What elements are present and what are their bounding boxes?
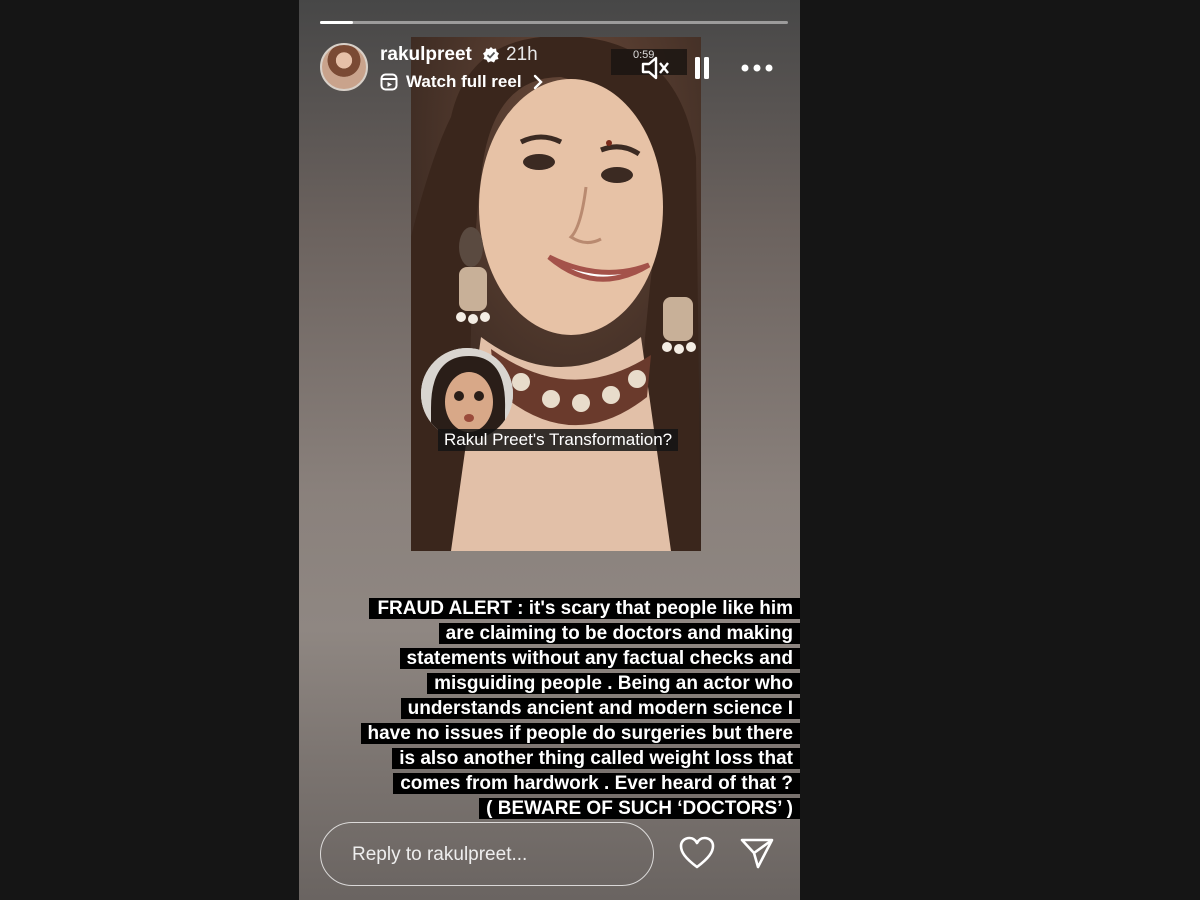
reel-icon [380,73,398,91]
story-progress-bar [320,21,788,24]
alert-line: ( BEWARE OF SUCH ‘DOCTORS’ ) [299,796,800,821]
alert-line-text: statements without any factual checks an… [399,648,800,669]
story-viewer: Rakul Preet's Transformation? rakulpreet… [299,0,800,900]
chevron-right-icon[interactable] [532,74,544,90]
alert-line-text: ( BEWARE OF SUCH ‘DOCTORS’ ) [479,798,800,819]
watch-full-reel-link[interactable]: Watch full reel [406,72,522,92]
alert-line-text: have no issues if people do surgeries bu… [360,723,800,744]
portrait-illustration [411,37,701,551]
alert-line: are claiming to be doctors and making [299,621,800,646]
creator-face-bubble [421,348,513,440]
alert-line-text: are claiming to be doctors and making [438,623,800,644]
alert-line-text: misguiding people . Being an actor who [427,673,800,694]
alert-line: is also another thing called weight loss… [299,746,800,771]
mute-icon[interactable] [639,54,671,82]
alert-line-text: is also another thing called weight loss… [392,748,800,769]
alert-line: comes from hardwork . Ever heard of that… [299,771,800,796]
username[interactable]: rakulpreet [380,44,472,66]
avatar[interactable] [320,43,368,91]
face-illustration [421,348,513,440]
more-icon[interactable] [740,63,774,73]
alert-line-text: understands ancient and modern science I [400,698,800,719]
alert-line: statements without any factual checks an… [299,646,800,671]
alert-line-text: FRAUD ALERT : it's scary that people lik… [369,598,800,619]
alert-line: FRAUD ALERT : it's scary that people lik… [299,596,800,621]
alert-line: misguiding people . Being an actor who [299,671,800,696]
reply-placeholder: Reply to rakulpreet... [352,844,528,865]
reply-input[interactable]: Reply to rakulpreet... [320,822,654,886]
send-icon[interactable] [739,836,775,870]
alert-line: have no issues if people do surgeries bu… [299,721,800,746]
reel-preview-image[interactable] [411,37,701,551]
story-text-overlay: FRAUD ALERT : it's scary that people lik… [299,596,800,821]
reel-overlay-caption: Rakul Preet's Transformation? [438,429,679,451]
pause-icon[interactable] [693,56,711,80]
alert-line: understands ancient and modern science I [299,696,800,721]
heart-icon[interactable] [679,836,715,870]
verified-badge-icon [483,47,499,63]
post-time: 21h [506,44,538,65]
alert-line-text: comes from hardwork . Ever heard of that… [393,773,800,794]
story-progress-fill [320,21,353,24]
